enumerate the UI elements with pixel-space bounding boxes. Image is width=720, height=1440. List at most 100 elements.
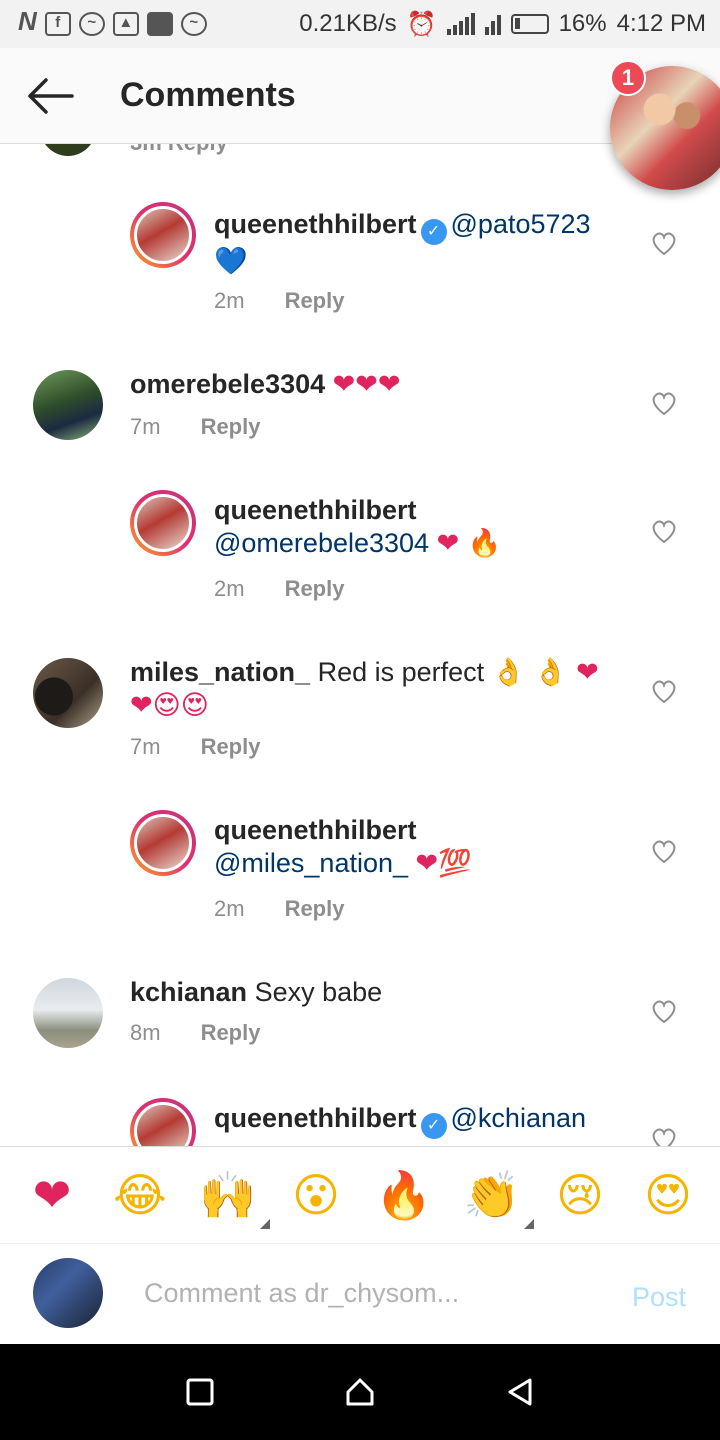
bubble-badge: 1 — [610, 60, 646, 96]
comment-text: queenethhilbert✓@kchianan ❤ — [214, 1102, 610, 1146]
signal-icon — [446, 13, 475, 35]
emoji-crying[interactable]: 😢 — [550, 1168, 610, 1222]
messenger-icon: ~ — [180, 12, 207, 36]
emoji-quick-bar: ❤ 😂 🙌 😮 🔥 👏 😢 😍 — [0, 1146, 720, 1244]
home-button[interactable] — [330, 1362, 390, 1422]
comment-time: 2m — [214, 896, 245, 921]
comment-emoji: ❤💯 — [415, 848, 472, 879]
comment-emoji: ❤❤❤ — [332, 369, 401, 400]
clock: 4:12 PM — [616, 10, 706, 37]
avatar[interactable] — [33, 978, 103, 1048]
comment-input-bar: Post — [0, 1244, 720, 1344]
reply-button[interactable]: Reply — [285, 288, 345, 314]
verified-badge-icon: ✓ — [420, 219, 447, 245]
avatar[interactable] — [130, 1098, 196, 1146]
username[interactable]: queenethhilbert — [214, 1103, 417, 1133]
back-nav-button[interactable] — [490, 1362, 550, 1422]
comment-meta: 2m Reply — [214, 896, 344, 922]
like-heart-icon[interactable] — [650, 390, 678, 418]
avatar[interactable] — [130, 810, 196, 876]
comment-text: queenethhilbert @omerebele3304 ❤ 🔥 — [214, 494, 610, 560]
home-icon — [346, 1378, 374, 1406]
emoji-fire[interactable]: 🔥 — [374, 1168, 434, 1223]
emoji-heart-eyes[interactable]: 😍 — [638, 1168, 698, 1222]
avatar[interactable] — [33, 370, 103, 440]
comment-input[interactable] — [144, 1278, 584, 1309]
comment-meta: 7m Reply — [130, 414, 260, 440]
mention-link[interactable]: @pato5723 — [451, 209, 591, 239]
partial-avatar: NBM — [40, 144, 96, 156]
facebook-icon: f — [44, 12, 71, 36]
signal-icon-2 — [484, 13, 501, 35]
comment-time: 8m — [130, 1020, 161, 1045]
comment-text: kchianan Sexy babe — [130, 976, 610, 1009]
notification-icons: N f ~ ▲ ~ — [18, 6, 299, 36]
username[interactable]: queenethhilbert — [214, 815, 417, 845]
reply-button[interactable]: Reply — [201, 734, 261, 760]
like-heart-icon[interactable] — [650, 998, 678, 1026]
battery-percent: 16% — [558, 10, 607, 37]
alarm-icon: ⏰ — [406, 10, 437, 38]
like-heart-icon[interactable] — [650, 1126, 678, 1146]
comment-time: 7m — [130, 734, 161, 759]
skin-tone-indicator-icon — [524, 1218, 534, 1229]
skin-tone-indicator-icon — [260, 1218, 270, 1229]
recents-button[interactable] — [170, 1362, 230, 1422]
like-heart-icon[interactable] — [650, 518, 678, 546]
comment-emoji: 💙 — [214, 246, 248, 277]
avatar[interactable] — [130, 490, 196, 556]
like-heart-icon[interactable] — [650, 678, 678, 706]
emoji-surprised[interactable]: 😮 — [286, 1168, 346, 1222]
back-arrow-icon — [28, 77, 74, 114]
n-icon: N — [18, 6, 37, 36]
comment-meta: 8m Reply — [130, 1020, 260, 1046]
mention-link[interactable]: @kchianan — [451, 1103, 587, 1133]
partial-meta: 3m Reply — [130, 144, 228, 156]
mention-link[interactable]: @miles_nation_ — [214, 848, 408, 878]
avatar[interactable] — [33, 658, 103, 728]
comment-meta: 2m Reply — [214, 576, 344, 602]
reply-button[interactable]: Reply — [201, 414, 261, 440]
page-title: Comments — [120, 76, 296, 114]
network-speed: 0.21KB/s — [299, 10, 397, 37]
comment-emoji: ❤ 🔥 — [436, 528, 502, 559]
reply-button[interactable]: Reply — [285, 896, 345, 922]
like-heart-icon[interactable] — [650, 230, 678, 258]
comment-text: miles_nation_ Red is perfect 👌 👌 ❤ ❤😍😍 — [130, 656, 610, 722]
like-heart-icon[interactable] — [650, 838, 678, 866]
comment-text: queenethhilbert @miles_nation_ ❤💯 — [214, 814, 610, 880]
username[interactable]: miles_nation_ — [130, 657, 310, 687]
my-avatar — [33, 1258, 103, 1328]
comment-text: queenethhilbert ✓ @pato5723 💙 — [214, 208, 610, 278]
chat-icon — [146, 12, 173, 36]
username[interactable]: omerebele3304 — [130, 369, 325, 399]
status-bar: N f ~ ▲ ~ 0.21KB/s ⏰ 16% 4:12 PM — [0, 0, 720, 48]
comments-list[interactable]: NBM 3m Reply queenethhilbert✓@pato5723 💙… — [0, 144, 720, 1146]
comment-text: omerebele3304 ❤❤❤ — [130, 368, 610, 401]
reply-button[interactable]: Reply — [285, 576, 345, 602]
mention-link[interactable]: @omerebele3304 — [214, 528, 429, 558]
username[interactable]: queenethhilbert — [214, 209, 417, 239]
post-button[interactable]: Post — [632, 1282, 686, 1313]
system-nav-bar — [0, 1344, 720, 1440]
emoji-raised-hands[interactable]: 🙌 — [198, 1168, 270, 1229]
comment-body: Red is perfect — [317, 657, 485, 687]
emoji-heart[interactable]: ❤ — [22, 1168, 82, 1222]
avatar[interactable] — [130, 202, 196, 268]
comment-time: 2m — [214, 576, 245, 601]
emoji-clap[interactable]: 👏 — [462, 1167, 534, 1229]
gallery-icon: ▲ — [112, 12, 139, 36]
back-button[interactable] — [0, 48, 100, 144]
emoji-clap-glyph: 👏 — [463, 1167, 521, 1222]
battery-icon — [510, 14, 549, 34]
username[interactable]: queenethhilbert — [214, 495, 417, 525]
reply-button[interactable]: Reply — [201, 1020, 261, 1046]
comment-time: 7m — [130, 414, 161, 439]
username[interactable]: kchianan — [130, 977, 247, 1007]
triangle-back-icon — [508, 1378, 532, 1406]
comment-time: 2m — [214, 288, 245, 313]
emoji-laugh[interactable]: 😂 — [110, 1168, 170, 1222]
square-icon — [186, 1378, 214, 1406]
verified-badge-icon: ✓ — [420, 1113, 447, 1139]
comment-meta: 2m Reply — [214, 288, 344, 314]
